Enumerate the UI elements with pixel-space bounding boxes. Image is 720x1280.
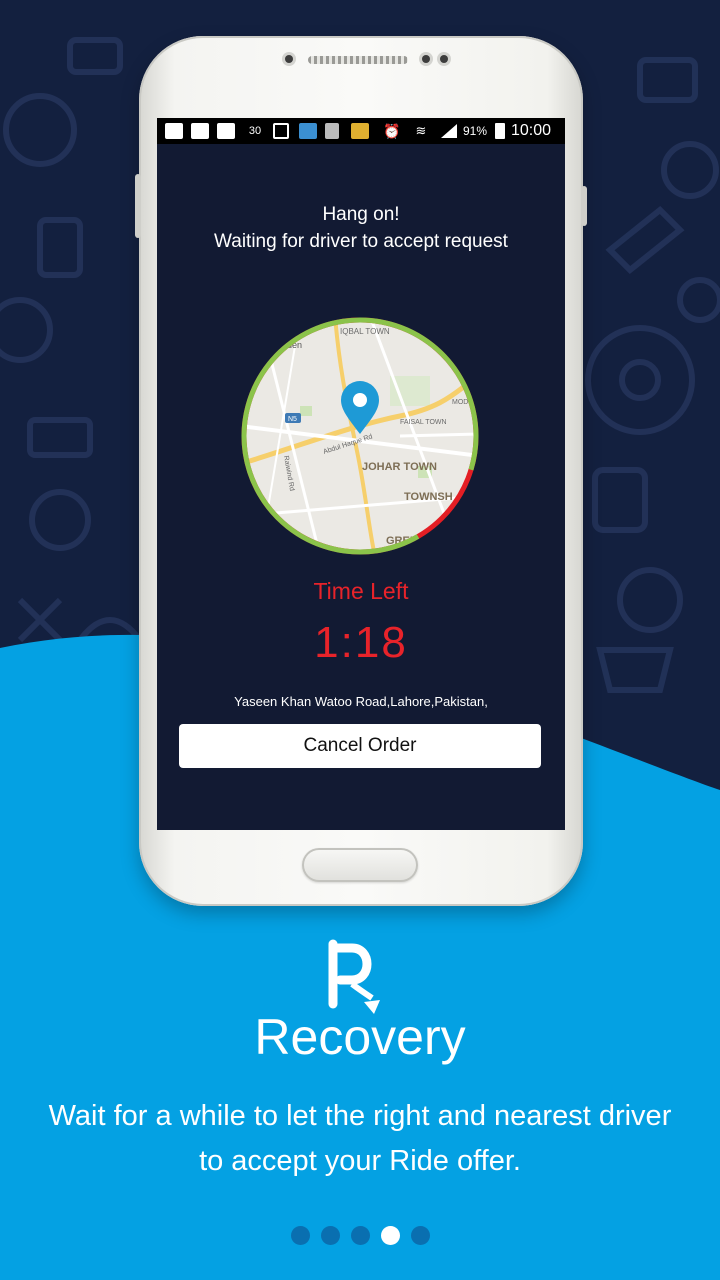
- volume-key: [135, 174, 141, 238]
- app-notification-icon: [299, 123, 317, 139]
- app-notification-icon-2: [351, 123, 369, 139]
- proximity-sensor: [440, 55, 448, 63]
- earpiece-speaker: [308, 56, 408, 64]
- battery-icon: [495, 123, 505, 139]
- map-label-faisal-town: FAISAL TOWN: [400, 419, 447, 426]
- cancel-order-button[interactable]: Cancel Order: [179, 724, 541, 768]
- onboarding-description: Wait for a while to let the right and ne…: [48, 1100, 672, 1177]
- brand-name: Recovery: [254, 1009, 466, 1065]
- badge-notification-icon: 30: [248, 125, 262, 137]
- page-dot-3[interactable]: [350, 1226, 370, 1245]
- page-dot-5[interactable]: [410, 1226, 430, 1245]
- gallery-icon: [273, 123, 289, 139]
- page-indicator: [0, 1226, 720, 1246]
- android-icon: [325, 123, 339, 139]
- page-dot-1[interactable]: [290, 1226, 310, 1245]
- map-label-johar-town: JOHAR TOWN: [362, 461, 437, 473]
- map-timer-circle: N5 IQBAL TOWN rden FAISAL TOWN MODEL JOH…: [240, 316, 480, 556]
- wifi-icon: ≋: [415, 123, 427, 138]
- page-dot-4[interactable]: [380, 1226, 400, 1245]
- time-left-label: Time Left: [313, 578, 409, 604]
- hang-on-text: Hang on!: [322, 204, 400, 225]
- clock: 10:00: [511, 122, 552, 139]
- pickup-address: Yaseen Khan Watoo Road,Lahore,Pakistan,: [234, 694, 488, 709]
- waiting-text: Waiting for driver to accept request: [214, 231, 508, 252]
- p-app-icon: [191, 123, 209, 139]
- map-label-township: TOWNSH: [404, 491, 453, 503]
- alarm-icon: ⏰: [383, 122, 401, 139]
- power-key: [581, 186, 587, 226]
- phone-screen: 30 ⏰ ≋ 91% 10:00 Hang on! Waiting for dr…: [157, 118, 565, 830]
- time-left-value: 1:18: [314, 618, 408, 667]
- battery-percent: 91%: [463, 124, 488, 138]
- front-camera: [422, 55, 430, 63]
- front-sensor: [285, 55, 293, 63]
- map-view: N5 IQBAL TOWN rden FAISAL TOWN MODEL JOH…: [241, 317, 479, 555]
- p-app-icon-2: [217, 123, 235, 139]
- map-label-iqbal-town: IQBAL TOWN: [340, 327, 390, 336]
- page-dot-2[interactable]: [320, 1226, 340, 1245]
- status-bar: 30 ⏰ ≋ 91% 10:00: [157, 118, 565, 144]
- n5-highway-badge: N5: [288, 416, 297, 423]
- add-notification-icon: [165, 123, 183, 139]
- signal-icon: [441, 124, 457, 138]
- home-button[interactable]: [302, 848, 418, 882]
